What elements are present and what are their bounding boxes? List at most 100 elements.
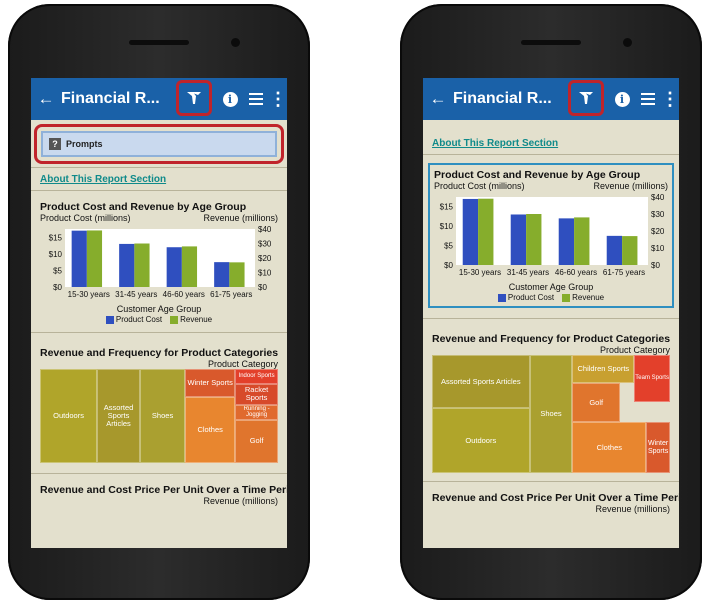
screen: ← Financial R... i ⋮ About This Report S… — [423, 78, 679, 548]
treemap-cell-assorted-sports-articles[interactable]: Assorted Sports Articles — [97, 369, 140, 463]
y2-tick-label: $20 — [651, 227, 665, 236]
back-arrow-icon[interactable]: ← — [423, 89, 453, 109]
x-tick-label: 61-75 years — [603, 268, 645, 277]
y2-tick-label: $0 — [258, 283, 267, 292]
more-vert-icon: ⋮ — [661, 89, 679, 109]
info-icon: i — [614, 91, 630, 107]
speaker — [129, 40, 189, 45]
treemap-cell-winter-sports[interactable]: Winter Sports — [646, 422, 670, 473]
y2-tick-label: $40 — [651, 193, 665, 202]
y-tick-label: $0 — [444, 261, 453, 270]
treemap-cell-shoes[interactable]: Shoes — [529, 355, 573, 473]
more-vert-icon: ⋮ — [269, 89, 287, 109]
y-tick-label: $5 — [444, 242, 453, 251]
treemap-cell-winter-sports[interactable]: Winter Sports — [185, 369, 236, 398]
treemap-cell-golf[interactable]: Golf — [235, 419, 278, 463]
bar-revenue — [478, 198, 494, 265]
bar-product-cost — [214, 262, 230, 287]
y-tick-label: $15 — [49, 233, 63, 242]
y-tick-label: $0 — [53, 283, 62, 292]
section3-title: Revenue and Cost Price Per Unit Over a T… — [40, 484, 287, 496]
divider — [31, 190, 287, 191]
treemap-cell-clothes[interactable]: Clothes — [185, 397, 236, 463]
y-tick-label: $5 — [53, 266, 62, 275]
bar-product-cost — [606, 235, 623, 265]
treemap[interactable]: Assorted Sports Articles Outdoors Shoes Chi… — [432, 355, 670, 473]
treemap-title: Revenue and Frequency for Product Catego… — [40, 347, 279, 359]
x-tick-label: 15-30 years — [68, 290, 110, 299]
bar-chart: $0 $5 $10 $15 $0 $10 $20 $30 $40 15-30 years 31-45… — [39, 223, 279, 324]
y-axis-title: Product Cost (millions) — [40, 213, 131, 223]
more-button[interactable]: ⋮ — [657, 78, 679, 120]
y2-tick-label: $0 — [651, 261, 660, 270]
legend-item-revenue: Revenue — [170, 315, 212, 324]
y2-tick-label: $20 — [258, 254, 272, 263]
legend-item-product-cost: Product Cost — [105, 315, 162, 324]
divider — [31, 167, 287, 168]
divider — [423, 481, 679, 482]
treemap-subtitle: Product Category — [599, 345, 670, 355]
filter-button[interactable] — [176, 80, 212, 116]
divider — [423, 318, 679, 319]
treemap-cell-shoes[interactable]: Shoes — [139, 369, 186, 463]
question-icon: ? — [49, 138, 61, 150]
x-tick-label: 15-30 years — [459, 268, 501, 277]
y2-tick-label: $40 — [258, 225, 272, 234]
treemap-cell-assorted-sports-articles[interactable]: Assorted Sports Articles — [432, 355, 530, 409]
filter-icon — [579, 92, 593, 104]
list-icon — [641, 90, 655, 108]
treemap-cell-racket-sports[interactable]: Racket Sports — [235, 384, 278, 405]
section3-subtitle: Revenue (millions) — [203, 496, 278, 506]
bar-revenue — [229, 262, 245, 287]
info-button[interactable]: i — [217, 78, 243, 120]
y2-tick-label: $30 — [651, 210, 665, 219]
bar-chart-svg: $0 $5 $10 $15 $0 $10 $20 $30 $40 15-30 years 31-45… — [49, 225, 272, 299]
x-tick-label: 61-75 years — [210, 290, 252, 299]
filter-icon — [187, 92, 201, 104]
phone-left: ← Financial R... i ⋮ ? Prompts About Thi… — [8, 4, 310, 600]
chart-title: Product Cost and Revenue by Age Group — [40, 201, 247, 213]
bar-revenue — [526, 214, 542, 265]
treemap-cell-clothes[interactable]: Clothes — [572, 422, 647, 473]
bar-revenue — [622, 236, 638, 265]
bar-chart-svg: $0 $5 $10 $15 $0 $10 $20 $30 $40 15-30 years 31-45… — [440, 193, 665, 277]
about-link[interactable]: About This Report Section — [423, 138, 679, 149]
bar-revenue — [86, 230, 103, 287]
prompts-button[interactable]: ? Prompts — [41, 131, 277, 157]
bar-revenue — [134, 243, 150, 287]
bar-product-cost — [462, 198, 479, 265]
treemap-cell-children-sports[interactable]: Children Sports — [572, 355, 635, 384]
more-button[interactable]: ⋮ — [265, 78, 287, 120]
prompts-highlight: ? Prompts — [34, 124, 284, 164]
legend-item-revenue: Revenue — [562, 293, 604, 302]
back-arrow-icon[interactable]: ← — [31, 89, 61, 109]
x-tick-label: 46-60 years — [555, 268, 597, 277]
x-axis-title: Customer Age Group — [508, 282, 594, 292]
chart-title: Product Cost and Revenue by Age Group — [434, 169, 641, 181]
app-title: Financial R... — [61, 90, 160, 107]
section3-subtitle: Revenue (millions) — [595, 504, 670, 514]
treemap-cell-running-jogging[interactable]: Running - Jogging — [235, 404, 278, 420]
filter-button[interactable] — [568, 80, 604, 116]
speaker — [521, 40, 581, 45]
list-icon — [249, 90, 263, 108]
info-button[interactable]: i — [609, 78, 635, 120]
treemap-cell-outdoors[interactable]: Outdoors — [40, 369, 98, 463]
camera — [623, 38, 632, 47]
about-link[interactable]: About This Report Section — [31, 174, 287, 185]
y2-axis-title: Revenue (millions) — [593, 181, 668, 191]
selected-chart-frame[interactable]: Product Cost and Revenue by Age Group Pr… — [428, 163, 674, 308]
screen: ← Financial R... i ⋮ ? Prompts About Thi… — [31, 78, 287, 548]
y-tick-label: $10 — [440, 222, 454, 231]
treemap-cell-golf[interactable]: Golf — [572, 383, 620, 423]
treemap[interactable]: Outdoors Assorted Sports Articles Shoes Win… — [40, 369, 278, 463]
treemap-title: Revenue and Frequency for Product Catego… — [432, 333, 671, 345]
x-axis-title: Customer Age Group — [116, 304, 202, 314]
y2-axis-title: Revenue (millions) — [203, 213, 278, 223]
info-icon: i — [222, 91, 238, 107]
legend: Product Cost Revenue — [39, 315, 279, 324]
treemap-cell-outdoors[interactable]: Outdoors — [432, 408, 530, 473]
treemap-cell-team-sports[interactable]: Team Sports — [634, 355, 670, 403]
y2-tick-label: $10 — [258, 269, 272, 278]
treemap-cell-indoor-sports[interactable]: Indoor Sports — [235, 369, 278, 385]
